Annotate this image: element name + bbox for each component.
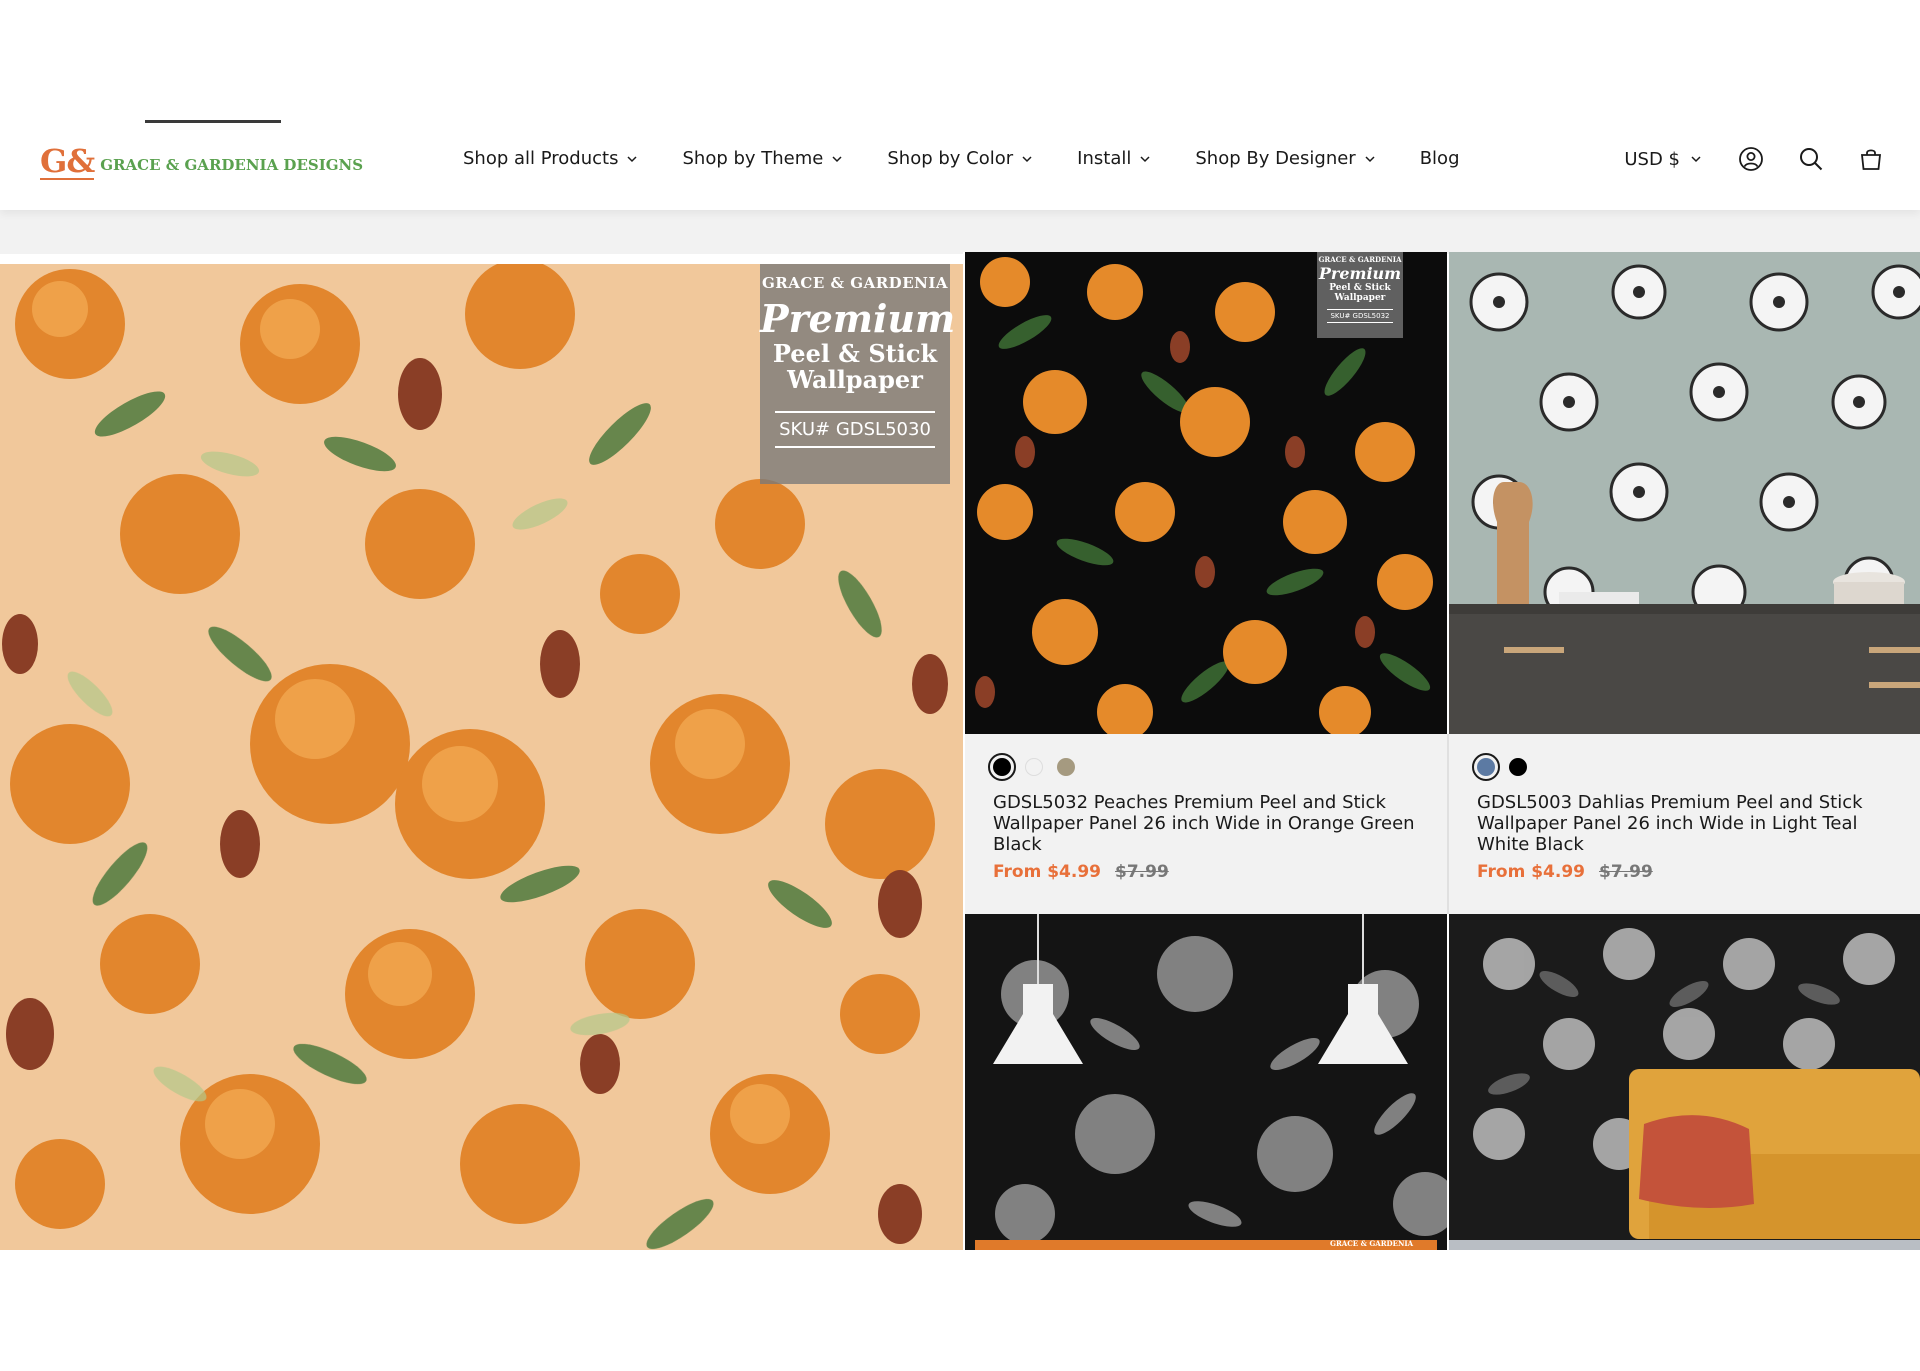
swatch-beige[interactable] <box>1057 758 1075 776</box>
product-card-info: GDSL5032 Peaches Premium Peel and Stick … <box>965 734 1447 914</box>
search-icon[interactable] <box>1798 146 1824 172</box>
product-title[interactable]: GDSL5032 Peaches Premium Peel and Stick … <box>993 792 1423 855</box>
nav-label: Install <box>1077 148 1132 169</box>
logo-mark: G& <box>40 142 95 180</box>
badge-sku: SKU# GDSL5030 <box>775 411 935 448</box>
product-card-info: GDSL5003 Dahlias Premium Peel and Stick … <box>1449 734 1920 914</box>
chevron-down-icon <box>1140 155 1150 162</box>
nav-install[interactable]: Install <box>1077 148 1151 169</box>
logo-text: GRACE & GARDENIA DESIGNS <box>100 156 364 174</box>
chevron-down-icon <box>1691 156 1701 163</box>
badge-line-2: Wallpaper <box>1334 293 1386 303</box>
premium-badge-small: GRACE & GARDENIA Premium Peel & Stick Wa… <box>1317 252 1403 338</box>
badge-line-1: Peel & Stick <box>1329 283 1391 293</box>
nav-shop-all-products[interactable]: Shop all Products <box>463 148 638 169</box>
nav-blog[interactable]: Blog <box>1420 148 1460 169</box>
nav-label: Blog <box>1419 148 1460 169</box>
product-price: From $4.99 $7.99 <box>1477 862 1653 882</box>
product-image-black-floral[interactable]: GRACE & GARDENIA <box>965 914 1447 1250</box>
currency-selector[interactable]: USD $ <box>1624 149 1702 170</box>
swatch-black[interactable] <box>1509 758 1527 776</box>
card-divider <box>1447 734 1449 914</box>
product-price: From $4.99 $7.99 <box>993 862 1169 882</box>
price-sale: From $4.99 <box>1477 862 1585 882</box>
active-nav-indicator <box>145 120 281 123</box>
black-floral-pendant-scene <box>975 914 1447 1250</box>
floral-sofa-scene <box>1449 928 1920 1250</box>
badge-line-1: Peel & Stick <box>772 339 938 368</box>
hero-image[interactable]: GRACE & GARDENIA Premium Peel & Stick Wa… <box>0 264 963 1250</box>
cart-icon[interactable] <box>1858 146 1884 172</box>
site-header: G& GRACE & GARDENIA DESIGNS Shop all Pro… <box>0 0 1920 210</box>
account-icon[interactable] <box>1738 146 1764 172</box>
badge-premium: Premium <box>760 296 956 341</box>
nav-label: Shop all Products <box>463 148 619 169</box>
chevron-down-icon <box>1365 155 1375 162</box>
chevron-down-icon <box>1022 155 1032 162</box>
color-swatches <box>1472 753 1527 781</box>
price-original: $7.99 <box>1115 862 1169 882</box>
chevron-down-icon <box>627 155 638 162</box>
nav-shop-by-theme[interactable]: Shop by Theme <box>682 148 843 169</box>
header-actions: USD $ <box>1624 146 1884 172</box>
nav-shop-by-designer[interactable]: Shop By Designer <box>1195 148 1375 169</box>
badge-line-2: Wallpaper <box>787 365 923 394</box>
swatch-white[interactable] <box>1025 758 1043 776</box>
dahlias-room-scene <box>1449 264 1920 734</box>
swatch-black[interactable] <box>988 753 1016 781</box>
color-swatches <box>988 753 1075 781</box>
badge-sku: SKU# GDSL5032 <box>1327 309 1393 323</box>
badge-brand: GRACE & GARDENIA <box>1318 255 1402 264</box>
product-image-dahlias[interactable] <box>1449 252 1920 734</box>
badge-premium: Premium <box>1318 264 1402 283</box>
badge-brand: GRACE & GARDENIA <box>762 274 948 292</box>
product-title[interactable]: GDSL5003 Dahlias Premium Peel and Stick … <box>1477 792 1907 855</box>
nav-shop-by-color[interactable]: Shop by Color <box>887 148 1033 169</box>
currency-label: USD $ <box>1624 148 1680 170</box>
nav-label: Shop By Designer <box>1195 148 1356 169</box>
main-nav: Shop all Products Shop by Theme Shop by … <box>463 148 1504 169</box>
grid-divider <box>1447 914 1449 1250</box>
product-image-peaches[interactable]: GRACE & GARDENIA Premium Peel & Stick Wa… <box>965 252 1447 734</box>
bottom-strip-brand: GRACE & GARDENIA <box>1330 1239 1414 1248</box>
swatch-blue[interactable] <box>1472 753 1500 781</box>
chevron-down-icon <box>832 155 842 162</box>
price-original: $7.99 <box>1599 862 1653 882</box>
price-sale: From $4.99 <box>993 862 1101 882</box>
premium-badge: GRACE & GARDENIA Premium Peel & Stick Wa… <box>760 264 956 484</box>
product-image-floral-sofa[interactable] <box>1449 914 1920 1250</box>
header-divider-band <box>0 210 1920 254</box>
grid-divider <box>963 252 965 1250</box>
nav-label: Shop by Theme <box>682 148 824 169</box>
nav-label: Shop by Color <box>887 148 1014 169</box>
logo[interactable]: G& GRACE & GARDENIA DESIGNS <box>40 140 363 180</box>
